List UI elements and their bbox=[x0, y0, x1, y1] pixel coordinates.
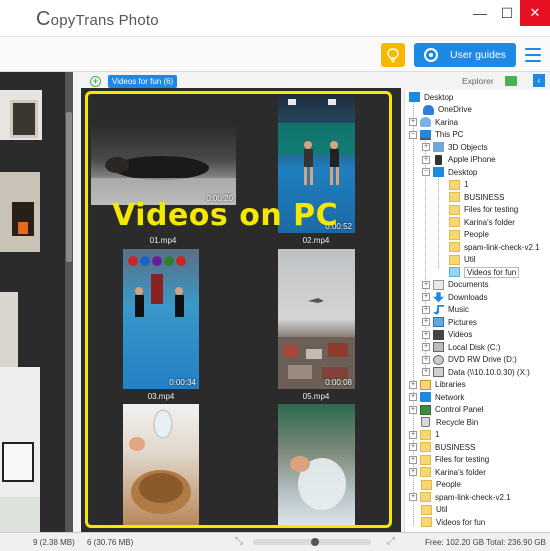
tree-item-dvd-drive[interactable]: + DVD RW Drive (D:) bbox=[422, 354, 517, 367]
tree-item-this-pc[interactable]: − This PC bbox=[409, 129, 463, 142]
expand-thumbnails-icon[interactable]: ⤢ bbox=[387, 537, 397, 547]
tree-item-control-panel[interactable]: + Control Panel bbox=[409, 404, 483, 417]
hamburger-menu-icon[interactable] bbox=[525, 48, 541, 62]
tree-item-folder[interactable]: +1 bbox=[409, 429, 439, 442]
explorer-tree: Desktop OneDrive + Karina − This PC +3D Ob… bbox=[404, 90, 550, 532]
tree-item-folder[interactable]: + spam-link-check-v2.1 bbox=[409, 491, 511, 504]
tree-item-apple-iphone[interactable]: + Apple iPhone bbox=[422, 154, 496, 167]
tree-item-folder[interactable]: spam-link-check-v2.1 bbox=[449, 241, 540, 254]
tree-item-videos-for-fun-selected[interactable]: Videos for fun bbox=[449, 266, 520, 279]
tree-item-folder[interactable]: + Karina's folder bbox=[409, 466, 486, 479]
title-bar: CopyTrans Photo — ☐ ✕ bbox=[0, 0, 550, 37]
tree-item-recycle-bin[interactable]: Recycle Bin bbox=[421, 416, 478, 429]
tree-item-folder[interactable]: Files for testing bbox=[449, 204, 518, 217]
photo-thumbnail[interactable] bbox=[10, 100, 38, 138]
tree-item-libraries[interactable]: + Libraries bbox=[409, 379, 466, 392]
status-bar: 9 (2.38 MB) 6 (30.76 MB) ⤡ ⤢ Free: 102.2… bbox=[0, 532, 550, 551]
tree-item-3d-objects[interactable]: +3D Objects bbox=[422, 141, 488, 154]
lifebuoy-icon bbox=[424, 48, 438, 62]
close-button[interactable]: ✕ bbox=[520, 0, 550, 26]
new-folder-icon[interactable] bbox=[505, 76, 517, 86]
maximize-button[interactable]: ☐ bbox=[494, 0, 520, 26]
tree-item-folder[interactable]: Karina's folder bbox=[449, 216, 515, 229]
photo-thumbnail[interactable] bbox=[18, 222, 28, 234]
photo-thumbnail[interactable] bbox=[0, 292, 18, 372]
explorer-label: Explorer bbox=[462, 76, 494, 86]
disk-space: Free: 102.20 GB Total: 236.90 GB bbox=[425, 538, 546, 547]
tree-item-onedrive[interactable]: OneDrive bbox=[423, 104, 472, 117]
tree-item-folder[interactable]: Util bbox=[449, 254, 476, 267]
album-count: 6 (30.76 MB) bbox=[87, 538, 134, 547]
highlight-frame bbox=[85, 91, 392, 528]
tree-item-videos[interactable]: + Videos bbox=[422, 329, 472, 342]
add-album-icon[interactable]: + bbox=[90, 76, 101, 87]
tree-item-folder[interactable]: People bbox=[449, 229, 489, 242]
toolbar: User guides bbox=[0, 37, 550, 72]
tree-item-documents[interactable]: + Documents bbox=[422, 279, 488, 292]
tree-item-folder[interactable]: People bbox=[421, 479, 461, 492]
tree-item-folder[interactable]: BUSINESS bbox=[449, 191, 504, 204]
overlay-title: Videos on PC bbox=[112, 198, 339, 233]
tree-item-network[interactable]: + Network bbox=[409, 391, 464, 404]
tree-item-desktop-root[interactable]: Desktop bbox=[409, 91, 453, 104]
lightbulb-button[interactable] bbox=[381, 43, 405, 67]
tree-item-downloads[interactable]: + Downloads bbox=[422, 291, 488, 304]
tree-item-folder[interactable]: + Files for testing bbox=[409, 454, 489, 467]
tree-item-folder[interactable]: Util bbox=[421, 504, 448, 517]
left-scrollbar[interactable] bbox=[65, 72, 73, 532]
shrink-thumbnails-icon[interactable]: ⤡ bbox=[235, 537, 245, 547]
app-title: CopyTrans Photo bbox=[36, 7, 159, 30]
tree-item-desktop[interactable]: − Desktop bbox=[422, 166, 477, 179]
slider-knob[interactable] bbox=[311, 538, 319, 546]
tree-item-karina[interactable]: + Karina bbox=[409, 116, 458, 129]
tree-item-pictures[interactable]: + Pictures bbox=[422, 316, 477, 329]
tree-item-music[interactable]: + Music bbox=[422, 304, 469, 317]
minimize-button[interactable]: — bbox=[466, 0, 494, 26]
tree-item-local-disk[interactable]: + Local Disk (C:) bbox=[422, 341, 500, 354]
tree-item-folder[interactable]: + BUSINESS bbox=[409, 441, 475, 454]
collapse-panel-button[interactable]: ‹ bbox=[533, 74, 545, 87]
user-guides-button[interactable]: User guides bbox=[414, 43, 516, 67]
tree-item-folder[interactable]: 1 bbox=[449, 179, 468, 192]
device-count: 9 (2.38 MB) bbox=[33, 538, 75, 547]
tree-item-network-drive[interactable]: + Data (\\10.10.0.30) (X:) bbox=[422, 366, 530, 379]
tree-item-folder[interactable]: Videos for fun bbox=[421, 516, 485, 529]
photo-thumbnail[interactable] bbox=[2, 442, 34, 482]
explorer-header: Explorer ‹ bbox=[404, 72, 550, 90]
user-guides-label: User guides bbox=[450, 49, 507, 61]
photo-thumbnail[interactable] bbox=[0, 497, 40, 532]
lightbulb-icon bbox=[387, 47, 399, 62]
app-logo: CopyTrans Photo bbox=[36, 6, 159, 32]
album-tab[interactable]: Videos for fun (6) bbox=[108, 75, 178, 88]
device-photos-pane bbox=[0, 72, 73, 532]
